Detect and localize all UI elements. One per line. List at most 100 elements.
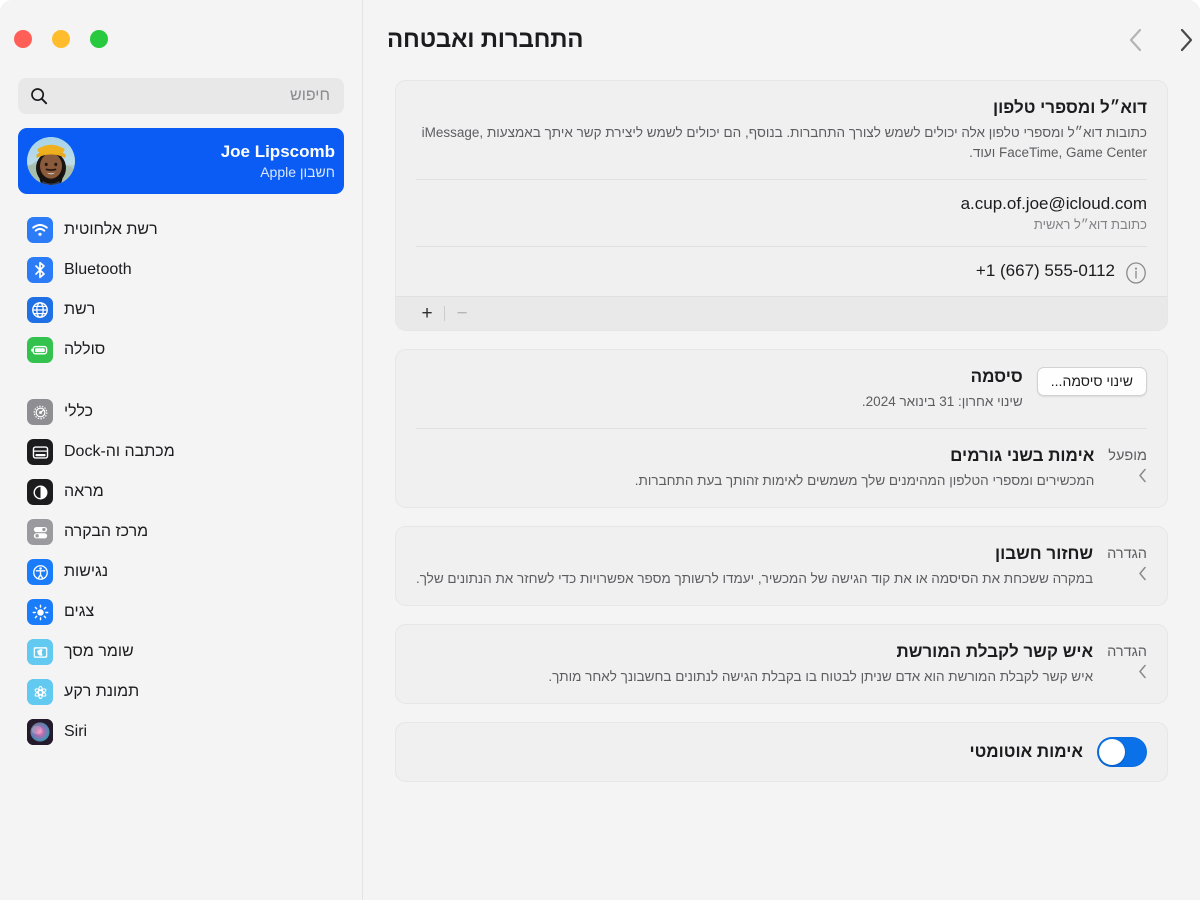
- sidebar-item-desktop-dock[interactable]: מכתבה וה-Dock: [14, 432, 348, 472]
- toggle-knob: [1099, 739, 1125, 765]
- globe-icon: [27, 297, 53, 323]
- remove-button[interactable]: −: [445, 300, 479, 328]
- password-row: סיסמה שינוי אחרון: 31 בינואר 2024. שינוי…: [416, 366, 1147, 412]
- sidebar-item-battery[interactable]: סוללה: [14, 330, 348, 370]
- navigation-buttons: [1100, 23, 1200, 57]
- sidebar-item-label: שומר מסך: [64, 643, 134, 660]
- appearance-icon: [27, 479, 53, 505]
- sidebar-item-general[interactable]: כללי: [14, 392, 348, 432]
- sidebar-item-label: כללי: [64, 403, 94, 420]
- password-section-title: סיסמה: [970, 367, 1023, 386]
- account-recovery-row: שחזור חשבון במקרה ששכחת את הסיסמה או את …: [416, 543, 1147, 589]
- two-factor-status: מופעל: [1108, 448, 1147, 464]
- contact-section-title: דוא״ל ומספרי טלפון: [993, 98, 1147, 117]
- sidebar-item-label: צגים: [64, 603, 95, 620]
- sidebar-item-label: Bluetooth: [64, 261, 132, 278]
- sidebar-group-system: כללי מכתבה וה-Dock מראה מרכז הבקרה נגישו…: [14, 392, 348, 752]
- sidebar-group-network: רשת אלחוטית Bluetooth רשת סוללה: [14, 210, 348, 370]
- two-factor-title: אימות בשני גורמים: [950, 446, 1095, 465]
- section-card-password: סיסמה שינוי אחרון: 31 בינואר 2024. שינוי…: [395, 349, 1168, 508]
- search-placeholder: חיפוש: [290, 87, 330, 104]
- account-recovery-description: במקרה ששכחת את הסיסמה או את קוד הגישה של…: [415, 571, 1094, 586]
- accessibility-icon: [27, 559, 53, 585]
- two-factor-block[interactable]: אימות בשני גורמים המכשירים ומספרי הטלפון…: [396, 429, 1167, 507]
- contact-section-description: כתובות דוא״ל ומספרי טלפון אלה יכולים לשמ…: [421, 125, 1147, 160]
- automatic-verification-title: אימות אוטומטי: [969, 742, 1083, 761]
- two-factor-text-col: אימות בשני גורמים המכשירים ומספרי הטלפון…: [416, 445, 1095, 491]
- control-center-icon: [27, 519, 53, 545]
- minimize-button[interactable]: [52, 30, 70, 48]
- sidebar-item-bluetooth[interactable]: Bluetooth: [14, 250, 348, 290]
- battery-icon: [27, 337, 53, 363]
- sidebar-item-label: רשת: [64, 301, 96, 318]
- siri-icon: [27, 719, 53, 745]
- info-icon[interactable]: [1125, 262, 1147, 284]
- legacy-contact-row: איש קשר לקבלת המורשת איש קשר לקבלת המורש…: [416, 641, 1147, 687]
- section-card-automatic-verification: אימות אוטומטי: [395, 722, 1168, 782]
- legacy-contact-block: איש קשר לקבלת המורשת איש קשר לקבלת המורש…: [396, 625, 1167, 703]
- sidebar-item-appearance[interactable]: מראה: [14, 472, 348, 512]
- account-text: Joe Lipscomb חשבון Apple: [87, 141, 335, 182]
- add-button[interactable]: +: [410, 300, 444, 328]
- main-content-pane: התחברות ואבטחה דוא״ל ומספרי טלפון כתובות…: [362, 0, 1200, 900]
- sidebar-item-label: מכתבה וה-Dock: [64, 443, 175, 460]
- section-card-account-recovery[interactable]: שחזור חשבון במקרה ששכחת את הסיסמה או את …: [395, 526, 1168, 606]
- sidebar-item-network[interactable]: רשת: [14, 290, 348, 330]
- add-remove-group: − +: [410, 300, 479, 328]
- close-button[interactable]: [90, 30, 108, 48]
- account-name: Joe Lipscomb: [220, 141, 335, 161]
- sidebar: חיפוש Joe Lipscomb חשבון Apple רשת אלחוט…: [0, 0, 362, 900]
- sidebar-item-wallpaper[interactable]: תמונת רקע: [14, 672, 348, 712]
- avatar: [27, 137, 75, 185]
- sidebar-group-separator: [14, 370, 348, 392]
- legacy-contact-status: הגדרה: [1107, 644, 1147, 660]
- automatic-verification-toggle[interactable]: [1097, 737, 1147, 767]
- screensaver-icon: [27, 639, 53, 665]
- contact-header-block: דוא״ל ומספרי טלפון כתובות דוא״ל ומספרי ט…: [396, 81, 1167, 179]
- chevron-left-icon[interactable]: [1138, 565, 1147, 581]
- automatic-verification-row: אימות אוטומטי: [396, 723, 1167, 781]
- section-card-legacy-contact[interactable]: איש קשר לקבלת המורשת איש קשר לקבלת המורש…: [395, 624, 1168, 704]
- sidebar-item-label: מרכז הבקרה: [64, 523, 149, 540]
- phone-number: +1 (667) 555-0112: [975, 261, 1115, 280]
- wallpaper-icon: [27, 679, 53, 705]
- two-factor-description: המכשירים ומספרי הטלפון המהימנים שלך משמש…: [634, 473, 1095, 488]
- displays-icon: [27, 599, 53, 625]
- email-row[interactable]: a.cup.of.joe@icloud.com כתובת דוא״ל ראשי…: [396, 180, 1167, 246]
- sidebar-item-account[interactable]: Joe Lipscomb חשבון Apple: [18, 128, 344, 194]
- sidebar-item-accessibility[interactable]: נגישות: [14, 552, 348, 592]
- account-recovery-text-col: שחזור חשבון במקרה ששכחת את הסיסמה או את …: [416, 543, 1093, 589]
- password-text-col: סיסמה שינוי אחרון: 31 בינואר 2024.: [416, 366, 1023, 412]
- legacy-contact-title: איש קשר לקבלת המורשת: [896, 642, 1094, 661]
- system-settings-window: התחברות ואבטחה דוא״ל ומספרי טלפון כתובות…: [0, 0, 1200, 900]
- toolbar-divider: [444, 306, 445, 321]
- maximize-button[interactable]: [14, 30, 32, 48]
- sidebar-item-displays[interactable]: צגים: [14, 592, 348, 632]
- chevron-back-icon[interactable]: [1122, 23, 1148, 57]
- change-password-button[interactable]: שינוי סיסמה...: [1036, 367, 1147, 396]
- email-value-col: a.cup.of.joe@icloud.com כתובת דוא״ל ראשי…: [416, 192, 1147, 234]
- chevron-left-icon[interactable]: [1138, 663, 1147, 679]
- sidebar-item-label: סוללה: [64, 341, 106, 358]
- sidebar-item-wifi[interactable]: רשת אלחוטית: [14, 210, 348, 250]
- add-remove-toolbar: − +: [396, 296, 1167, 330]
- email-address: a.cup.of.joe@icloud.com: [960, 194, 1147, 213]
- search-field[interactable]: חיפוש: [18, 78, 344, 114]
- account-recovery-block: שחזור חשבון במקרה ששכחת את הסיסמה או את …: [396, 527, 1167, 605]
- two-factor-row: אימות בשני גורמים המכשירים ומספרי הטלפון…: [416, 445, 1147, 491]
- password-control-col: שינוי סיסמה...: [1036, 366, 1147, 396]
- account-recovery-title: שחזור חשבון: [994, 544, 1094, 563]
- page-title: התחברות ואבטחה: [387, 26, 584, 53]
- sidebar-item-siri[interactable]: Siri: [14, 712, 348, 752]
- sidebar-item-screensaver[interactable]: שומר מסך: [14, 632, 348, 672]
- phone-row[interactable]: +1 (667) 555-0112: [396, 247, 1167, 296]
- account-recovery-status: הגדרה: [1107, 546, 1147, 562]
- sidebar-item-control-center[interactable]: מרכז הבקרה: [14, 512, 348, 552]
- sidebar-item-label: מראה: [64, 483, 104, 500]
- email-label: כתובת דוא״ל ראשית: [1033, 217, 1147, 232]
- settings-scroll-area[interactable]: דוא״ל ומספרי טלפון כתובות דוא״ל ומספרי ט…: [363, 80, 1200, 900]
- chevron-forward-icon[interactable]: [1174, 23, 1200, 57]
- bluetooth-icon: [27, 257, 53, 283]
- password-last-changed: שינוי אחרון: 31 בינואר 2024.: [861, 394, 1023, 409]
- chevron-left-icon[interactable]: [1138, 467, 1147, 483]
